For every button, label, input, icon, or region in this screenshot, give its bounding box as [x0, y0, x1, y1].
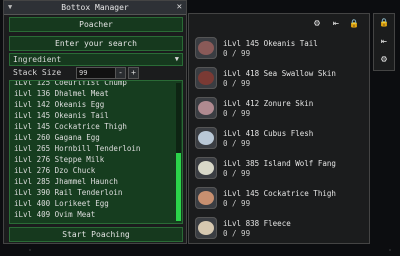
inventory-row[interactable]: iLvl 418 Sea Swallow Skin 0 / 99 — [191, 64, 367, 94]
item-icon-shape — [198, 221, 214, 235]
list-item[interactable]: iLvl 400 Lorikeet Egg — [14, 198, 109, 209]
category-dropdown[interactable]: Ingredient ▼ — [9, 53, 183, 66]
side-toolbar: 🔒 ⇤ ⚙ — [373, 13, 395, 71]
item-icon — [195, 217, 217, 239]
list-item[interactable]: iLvl 142 Okeanis Egg — [14, 99, 104, 110]
item-icon — [195, 37, 217, 59]
list-item[interactable]: iLvl 276 Dzo Chuck — [14, 165, 95, 176]
item-count: 0 / 99 — [223, 169, 251, 178]
item-name: iLvl 385 Island Wolf Fang — [223, 159, 336, 168]
stack-size-input[interactable]: 99 — [76, 67, 116, 79]
item-name: iLvl 838 Fleece — [223, 219, 291, 228]
list-item[interactable]: iLvl 265 Hornbill Tenderloin — [14, 143, 140, 154]
item-count: 0 / 99 — [223, 79, 251, 88]
item-icon — [195, 127, 217, 149]
start-poaching-button[interactable]: Start Poaching — [9, 227, 183, 242]
item-count: 0 / 99 — [223, 199, 251, 208]
item-icon — [195, 187, 217, 209]
item-icon-shape — [198, 41, 214, 55]
inventory-row[interactable]: iLvl 838 Fleece 0 / 99 — [191, 214, 367, 244]
item-name: iLvl 412 Zonure Skin — [223, 99, 314, 108]
item-icon-shape — [198, 191, 214, 205]
poacher-button[interactable]: Poacher — [9, 17, 183, 32]
list-item[interactable]: iLvl 409 Ovim Meat — [14, 209, 95, 220]
item-icon — [195, 97, 217, 119]
item-name: iLvl 418 Cubus Flesh — [223, 129, 314, 138]
inventory-row[interactable]: iLvl 418 Cubus Flesh 0 / 99 — [191, 124, 367, 154]
inventory-row[interactable]: iLvl 412 Zonure Skin 0 / 99 — [191, 94, 367, 124]
item-icon-shape — [198, 101, 214, 115]
gear-icon[interactable]: ⚙ — [378, 54, 390, 66]
lock-icon[interactable]: 🔒 — [348, 18, 360, 30]
list-item[interactable]: iLvl 125 Coeurlfist Chump — [14, 81, 127, 88]
item-icon — [195, 157, 217, 179]
inventory-row[interactable]: iLvl 145 Okeanis Tail 0 / 99 — [191, 34, 367, 64]
chevron-down-icon: ▼ — [174, 55, 179, 63]
decrement-button[interactable]: - — [115, 67, 126, 79]
manager-window: ▼ Bottox Manager ✕ Poacher Enter your se… — [3, 0, 187, 244]
list-item[interactable]: iLvl 260 Gagana Egg — [14, 132, 100, 143]
item-name: iLvl 418 Sea Swallow Skin — [223, 69, 336, 78]
close-icon[interactable]: ✕ — [177, 1, 182, 14]
item-count: 0 / 99 — [223, 229, 251, 238]
item-count: 0 / 99 — [223, 139, 251, 148]
item-count: 0 / 99 — [223, 49, 251, 58]
ingredient-list[interactable]: iLvl 125 Coeurlfist Chump iLvl 136 Dhalm… — [9, 80, 183, 224]
list-item[interactable]: iLvl 145 Cockatrice Thigh — [14, 121, 127, 132]
scrollbar-thumb[interactable] — [176, 153, 181, 221]
stack-size-label: Stack Size — [13, 68, 62, 77]
item-name: iLvl 145 Cockatrice Thigh — [223, 189, 336, 198]
list-item[interactable]: iLvl 136 Dhalmel Meat — [14, 88, 109, 99]
back-icon[interactable]: ⇤ — [330, 18, 342, 30]
item-count: 0 / 99 — [223, 109, 251, 118]
item-icon-shape — [198, 131, 214, 145]
title-bar[interactable]: ▼ Bottox Manager ✕ — [4, 1, 186, 15]
inventory-panel: ⚙ ⇤ 🔒 iLvl 145 Okeanis Tail 0 / 99 iLvl 41… — [188, 13, 370, 244]
item-icon-shape — [198, 161, 214, 175]
item-icon-shape — [198, 71, 214, 85]
inventory-row[interactable]: iLvl 145 Cockatrice Thigh 0 / 99 — [191, 184, 367, 214]
list-item[interactable]: iLvl 285 Jhammel Haunch — [14, 176, 118, 187]
gear-icon[interactable]: ⚙ — [311, 18, 323, 30]
list-item[interactable]: iLvl 276 Steppe Milk — [14, 154, 104, 165]
window-title: Bottox Manager — [61, 3, 129, 12]
list-item[interactable]: iLvl 390 Rail Tenderloin — [14, 187, 122, 198]
inventory-row[interactable]: iLvl 385 Island Wolf Fang 0 / 99 — [191, 154, 367, 184]
lock-icon[interactable]: 🔒 — [378, 17, 390, 29]
search-input[interactable]: Enter your search — [9, 36, 183, 51]
list-item[interactable]: iLvl 145 Okeanis Tail — [14, 110, 109, 121]
list-scrollbar[interactable] — [176, 83, 181, 221]
dropdown-value: Ingredient — [13, 55, 62, 64]
back-icon[interactable]: ⇤ — [378, 36, 390, 48]
item-name: iLvl 145 Okeanis Tail — [223, 39, 318, 48]
item-icon — [195, 67, 217, 89]
increment-button[interactable]: + — [128, 67, 139, 79]
